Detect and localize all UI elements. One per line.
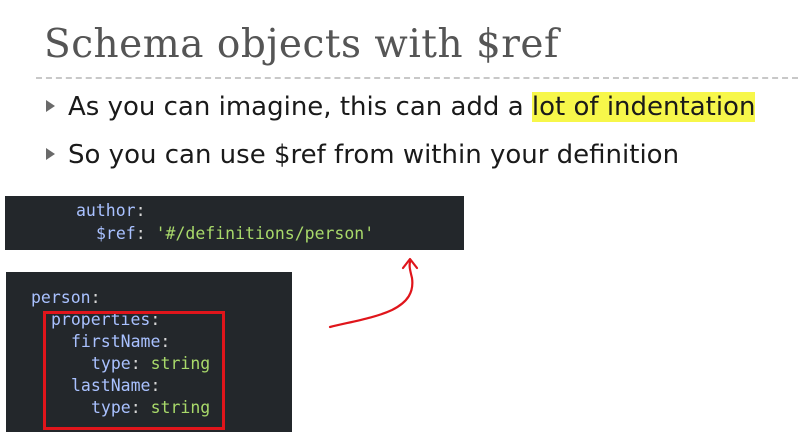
red-curved-arrow-icon (328, 257, 419, 329)
